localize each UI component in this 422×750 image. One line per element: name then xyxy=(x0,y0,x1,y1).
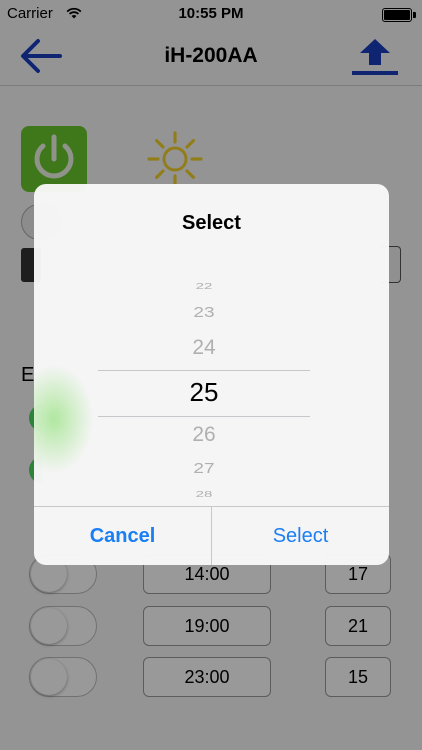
select-button[interactable]: Select xyxy=(212,507,389,565)
picker-item[interactable]: 24 xyxy=(98,336,310,360)
picker-item[interactable]: 23 xyxy=(98,304,310,322)
value-picker[interactable]: 22 23 24 25 26 27 28 xyxy=(98,272,310,504)
select-dialog: Select 22 23 24 25 26 27 28 Cancel Selec… xyxy=(34,184,389,565)
dialog-button-row: Cancel Select xyxy=(34,506,389,565)
picker-item[interactable]: 27 xyxy=(98,460,310,478)
picker-item[interactable]: 28 xyxy=(98,490,310,499)
picker-item[interactable]: 26 xyxy=(98,423,310,447)
dialog-title: Select xyxy=(182,212,241,234)
cancel-button[interactable]: Cancel xyxy=(34,507,211,565)
picker-selection-line xyxy=(98,370,310,371)
picker-selection-line xyxy=(98,416,310,417)
picker-item[interactable]: 22 xyxy=(98,282,310,291)
background-glow xyxy=(34,364,94,474)
picker-item-selected[interactable]: 25 xyxy=(98,377,310,408)
